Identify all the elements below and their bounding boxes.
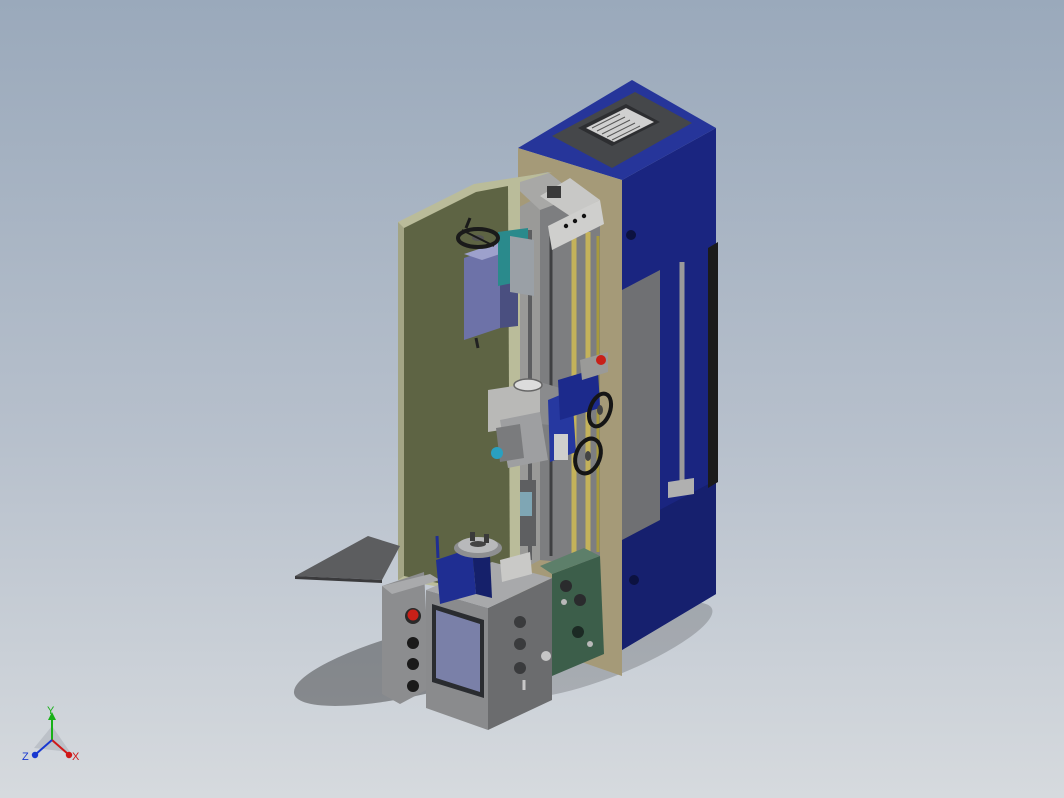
control-button[interactable] bbox=[407, 637, 419, 649]
connector-port bbox=[514, 616, 526, 628]
port-hole bbox=[629, 575, 639, 585]
connector-port bbox=[514, 662, 526, 674]
side-tray[interactable] bbox=[295, 536, 400, 583]
stop-knob[interactable] bbox=[596, 355, 606, 365]
y-axis-label: Y bbox=[47, 705, 55, 717]
z-axis-arrow-icon bbox=[31, 751, 39, 759]
coolant-nozzle bbox=[491, 447, 503, 459]
assembly-view[interactable]: Y X Z bbox=[0, 0, 1064, 798]
z-axis-label: Z bbox=[22, 751, 29, 763]
handle-bar[interactable] bbox=[708, 242, 718, 488]
emergency-stop-button[interactable] bbox=[405, 608, 421, 624]
control-button[interactable] bbox=[407, 680, 419, 692]
cad-viewport[interactable]: Y X Z bbox=[0, 0, 1064, 798]
display-screen[interactable] bbox=[432, 604, 484, 698]
x-axis-label: X bbox=[72, 751, 80, 763]
connector-port bbox=[572, 626, 584, 638]
control-button[interactable] bbox=[407, 658, 419, 670]
connector-port bbox=[574, 594, 586, 606]
connector-port bbox=[560, 580, 572, 592]
port-hole bbox=[626, 230, 636, 240]
connector-port bbox=[541, 651, 551, 661]
connector-port bbox=[514, 638, 526, 650]
coordinate-triad: Y X Z bbox=[22, 705, 80, 763]
